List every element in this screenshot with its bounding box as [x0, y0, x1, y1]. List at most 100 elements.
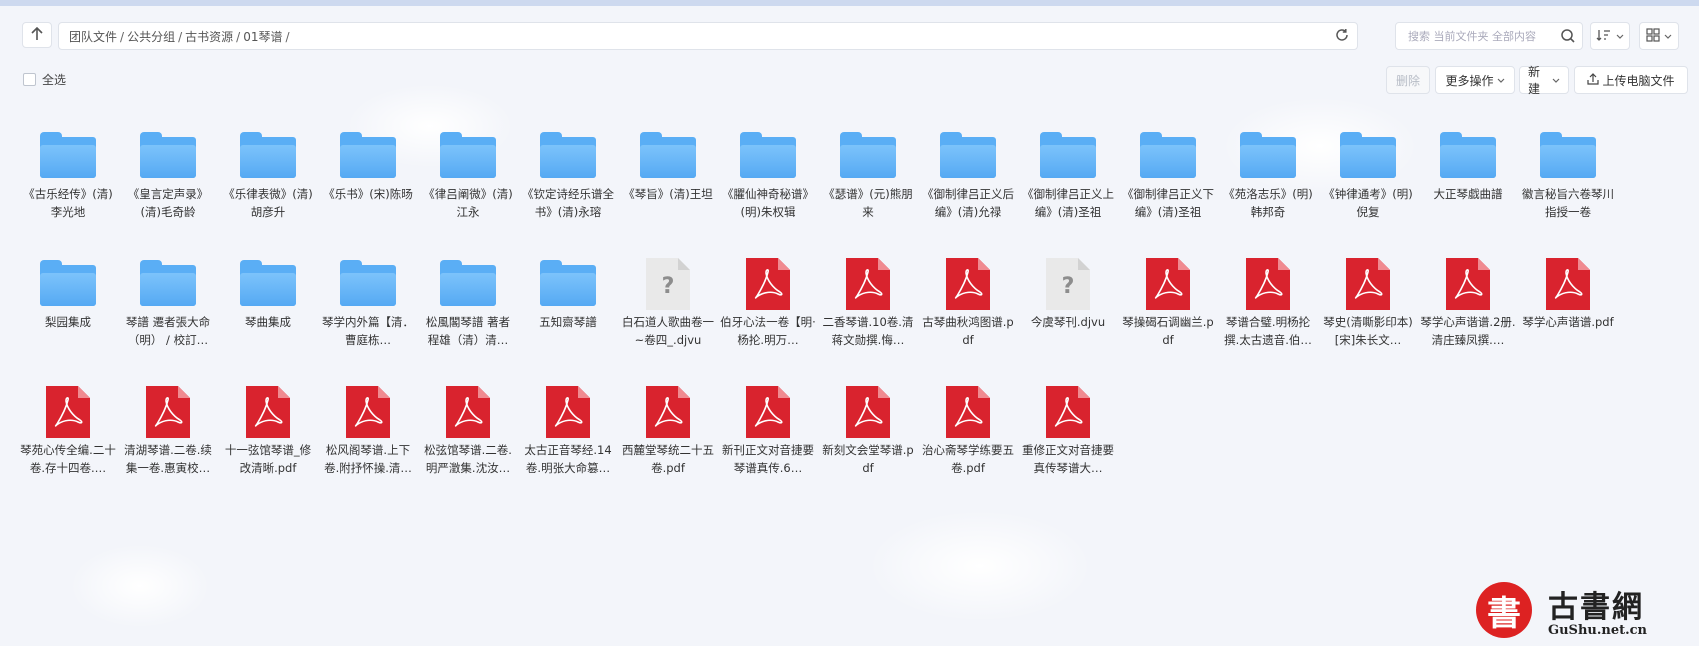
folder-icon	[840, 130, 896, 182]
pdf-file-icon	[1440, 258, 1496, 310]
breadcrumb-item[interactable]: 公共分组	[127, 30, 175, 44]
folder-item[interactable]: 五知齋琴譜	[520, 248, 616, 368]
chevron-down-icon	[1497, 73, 1505, 87]
file-item[interactable]: 松弦馆琴谱.二卷.明严澂集.沈汝…	[420, 376, 516, 496]
file-item[interactable]: 琴史(清嘶影印本)[宋]朱长文…	[1320, 248, 1416, 368]
folder-item[interactable]: 《琴旨》(清)王坦	[620, 120, 716, 240]
folder-icon	[540, 130, 596, 182]
folder-icon	[140, 258, 196, 310]
folder-icon	[940, 130, 996, 182]
folder-item[interactable]: 《乐律表微》(清)胡彦升	[220, 120, 316, 240]
file-name-label: 琴操碣石调幽兰.pdf	[1122, 315, 1214, 347]
select-all-checkbox[interactable]	[23, 73, 36, 86]
chevron-down-icon	[1664, 29, 1672, 43]
file-item[interactable]: 松风阁琴谱.上下卷.附抒怀操.清…	[320, 376, 416, 496]
path-breadcrumb[interactable]: 团队文件 / 公共分组 / 古书资源/01琴谱 /	[58, 22, 1358, 50]
pdf-file-icon	[140, 386, 196, 438]
file-item[interactable]: 琴操碣石调幽兰.pdf	[1120, 248, 1216, 368]
folder-item[interactable]: 《御制律吕正义后编》(清)允禄	[920, 120, 1016, 240]
folder-item[interactable]: 琴譜 遷者張大命（明） / 校訂…	[120, 248, 216, 368]
folder-icon	[540, 258, 596, 310]
file-item[interactable]: ? 今虞琴刊.djvu	[1020, 248, 1116, 368]
pdf-file-icon	[1140, 258, 1196, 310]
folder-item[interactable]: 《皇言定声录》(清)毛奇龄	[120, 120, 216, 240]
pdf-file-icon	[1340, 258, 1396, 310]
file-item[interactable]: 琴学心声谐谱.pdf	[1520, 248, 1616, 368]
search-input[interactable]	[1406, 28, 1560, 44]
delete-button[interactable]: 删除	[1386, 66, 1430, 94]
file-item[interactable]: 琴学心声谐谱.2册.清庄臻凤撰.…	[1420, 248, 1516, 368]
search-box[interactable]	[1395, 22, 1583, 50]
file-name-label: 梨园集成	[45, 315, 91, 329]
file-name-label: 琴谱合璧.明杨抡撰.太古遗音.伯…	[1224, 315, 1312, 347]
file-name-label: 《瑟谱》(元)熊朋来	[823, 187, 913, 219]
folder-item[interactable]: 《律吕阐微》(清)江永	[420, 120, 516, 240]
file-item[interactable]: 二香琴谱.10卷.清蒋文勋撰.悔…	[820, 248, 916, 368]
file-item[interactable]: 琴苑心传全编.二十卷.存十四卷.…	[20, 376, 116, 496]
folder-item[interactable]: 《御制律吕正义上编》(清)圣祖	[1020, 120, 1116, 240]
more-actions-button[interactable]: 更多操作	[1435, 66, 1515, 94]
folder-item[interactable]: 《钦定诗经乐谱全书》(清)永瑢	[520, 120, 616, 240]
select-all[interactable]: 全选	[23, 71, 66, 88]
breadcrumb-item[interactable]: 团队文件	[69, 30, 117, 44]
file-item[interactable]: 古琴曲秋鸿图谱.pdf	[920, 248, 1016, 368]
folder-icon	[1540, 130, 1596, 182]
new-button[interactable]: 新建	[1519, 65, 1569, 96]
file-name-label: 《臞仙神奇秘谱》(明)朱权辑	[722, 187, 814, 219]
file-item[interactable]: 伯牙心法一卷【明·杨抡.明万…	[720, 248, 816, 368]
pdf-file-icon	[640, 386, 696, 438]
pdf-file-icon	[1240, 258, 1296, 310]
file-name-label: 新刊正文对音捷要琴谱真传.6…	[722, 443, 814, 475]
folder-item[interactable]: 琴曲集成	[220, 248, 316, 368]
pdf-file-icon	[940, 258, 996, 310]
file-item[interactable]: 西麓堂琴统二十五卷.pdf	[620, 376, 716, 496]
file-item[interactable]: 太古正音琴经.14卷.明张大命篡…	[520, 376, 616, 496]
pdf-file-icon	[740, 258, 796, 310]
go-up-button[interactable]	[22, 22, 52, 48]
folder-item[interactable]: 徽言秘旨六卷琴川指授一卷	[1520, 120, 1616, 240]
file-item[interactable]: 新刻文会堂琴谱.pdf	[820, 376, 916, 496]
file-item[interactable]: 新刊正文对音捷要琴谱真传.6…	[720, 376, 816, 496]
file-item[interactable]: 治心斋琴学练要五卷.pdf	[920, 376, 1016, 496]
file-name-label: 今虞琴刊.djvu	[1030, 315, 1106, 329]
delete-label: 删除	[1395, 73, 1420, 88]
pdf-file-icon	[940, 386, 996, 438]
file-name-label: 大正琴戯曲譜	[1433, 187, 1503, 201]
view-mode-button[interactable]	[1639, 22, 1679, 50]
file-item[interactable]: 十一弦馆琴谱_修改清晰.pdf	[220, 376, 316, 496]
folder-item[interactable]: 《古乐经传》(清)李光地	[20, 120, 116, 240]
upload-button[interactable]: 上传电脑文件	[1574, 66, 1688, 94]
file-name-label: 《律吕阐微》(清)江永	[423, 187, 513, 219]
logo-url: GuShu.net.cn	[1548, 623, 1647, 638]
file-name-label: 琴譜 遷者張大命（明） / 校訂…	[125, 315, 211, 347]
file-name-label: 《钦定诗经乐谱全书》(清)永瑢	[522, 187, 614, 219]
file-item[interactable]: 清湖琴谱.二卷.续集一卷.惠寅校…	[120, 376, 216, 496]
folder-item[interactable]: 《乐书》(宋)陈旸	[320, 120, 416, 240]
folder-icon	[1140, 130, 1196, 182]
folder-item[interactable]: 梨园集成	[20, 248, 116, 368]
folder-item[interactable]: 《臞仙神奇秘谱》(明)朱权辑	[720, 120, 816, 240]
folder-item[interactable]: 松風閣琴譜 著者 程雄（清）清…	[420, 248, 516, 368]
file-item[interactable]: ? 白石道人歌曲卷一~卷四_.djvu	[620, 248, 716, 368]
search-icon[interactable]	[1560, 28, 1576, 47]
folder-item[interactable]: 琴学内外篇【清．曹庭栋…	[320, 248, 416, 368]
breadcrumb-item[interactable]: 01琴谱	[243, 30, 282, 44]
folder-item[interactable]: 大正琴戯曲譜	[1420, 120, 1516, 240]
folder-item[interactable]: 《瑟谱》(元)熊朋来	[820, 120, 916, 240]
folder-item[interactable]: 《苑洛志乐》(明)韩邦奇	[1220, 120, 1316, 240]
file-item[interactable]: 重修正文对音捷要真传琴谱大…	[1020, 376, 1116, 496]
folder-icon	[740, 130, 796, 182]
svg-text:?: ?	[1062, 274, 1075, 299]
file-name-label: 《乐书》(宋)陈旸	[323, 187, 413, 201]
sort-button[interactable]	[1590, 22, 1630, 50]
refresh-button[interactable]	[1333, 27, 1351, 45]
file-item[interactable]: 琴谱合璧.明杨抡撰.太古遗音.伯…	[1220, 248, 1316, 368]
breadcrumb-separator: /	[178, 29, 183, 44]
folder-item[interactable]: 《御制律吕正义下编》(清)圣祖	[1120, 120, 1216, 240]
chevron-down-icon	[1616, 29, 1624, 43]
breadcrumb-item[interactable]: 古书资源	[185, 30, 233, 44]
folder-item[interactable]: 《钟律通考》(明)倪复	[1320, 120, 1416, 240]
file-name-label: 松風閣琴譜 著者 程雄（清）清…	[425, 315, 511, 347]
folder-icon	[240, 130, 296, 182]
folder-icon	[40, 130, 96, 182]
